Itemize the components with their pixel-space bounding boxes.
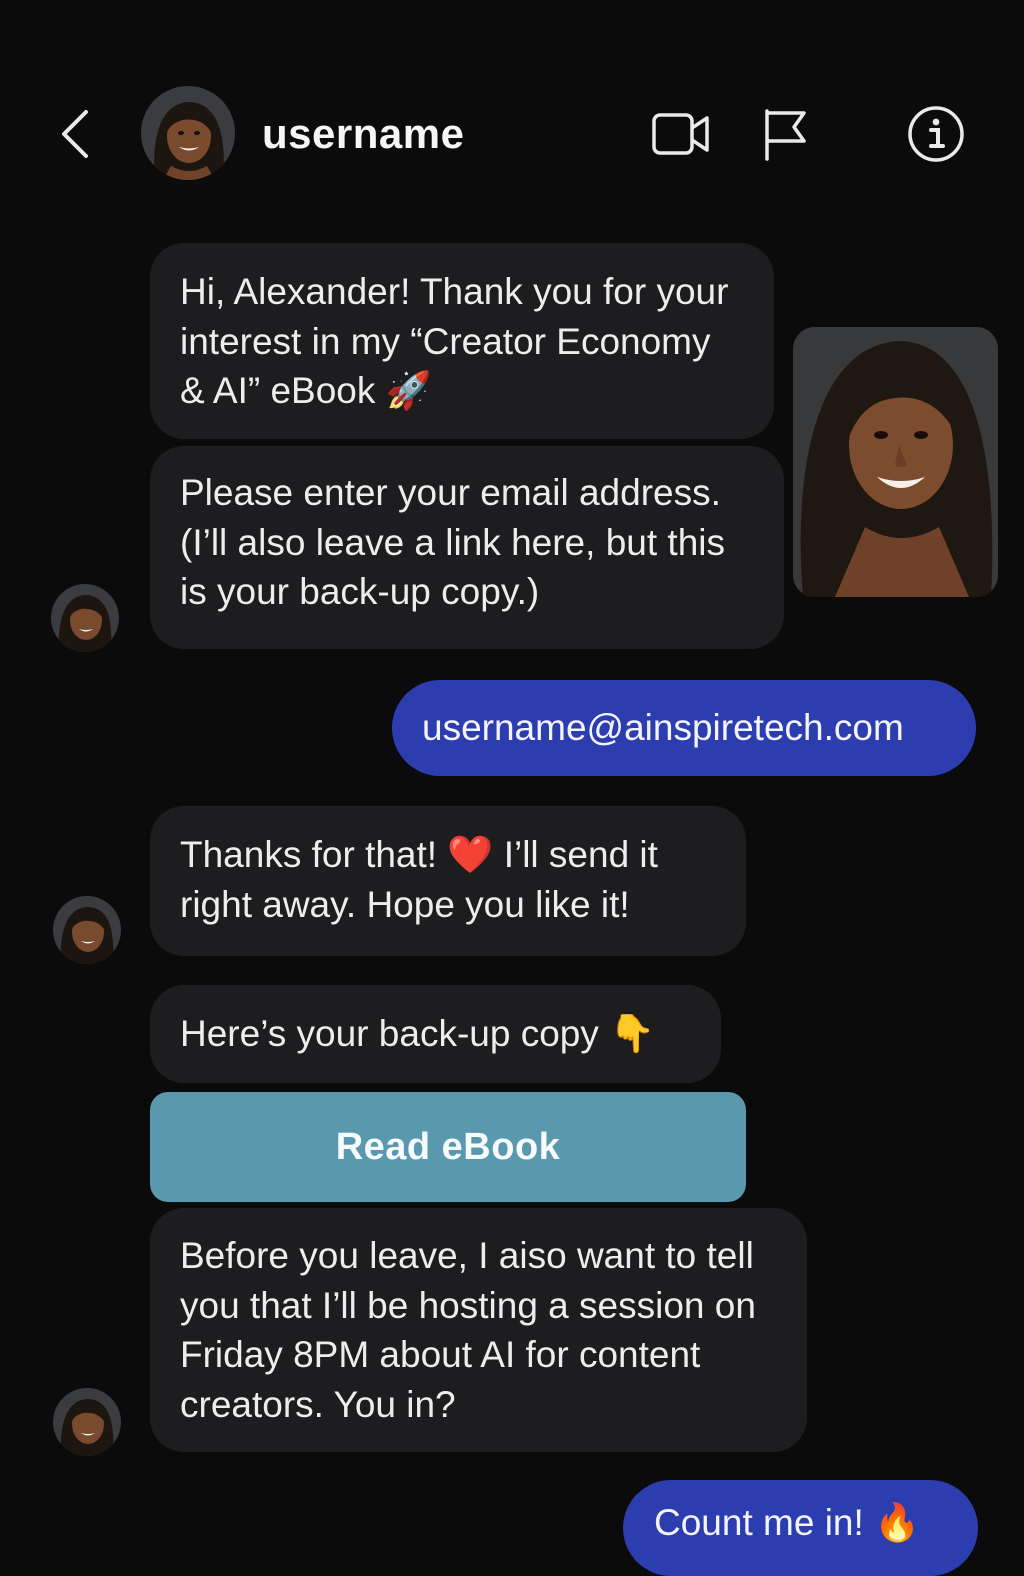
read-ebook-button[interactable]: Read eBook [150, 1092, 746, 1202]
report-button[interactable] [760, 106, 810, 162]
info-icon [908, 106, 964, 162]
sender-avatar[interactable] [51, 584, 119, 652]
sender-avatar[interactable] [53, 1388, 121, 1456]
sent-message-email: username@ainspiretech.com [392, 680, 976, 776]
chevron-left-icon [62, 110, 88, 158]
sender-avatar[interactable] [53, 896, 121, 964]
message-bubble-email-request: Please enter your email address. (I’ll a… [150, 446, 784, 649]
message-bubble-thanks: Thanks for that! ❤️ I’ll send it right a… [150, 806, 746, 956]
message-bubble-greeting: Hi, Alexander! Thank you for your intere… [150, 243, 774, 439]
chat-username[interactable]: username [262, 108, 464, 160]
header-avatar[interactable] [141, 86, 235, 180]
info-button[interactable] [906, 104, 966, 164]
profile-photo[interactable] [793, 327, 998, 597]
video-call-button[interactable] [650, 108, 712, 160]
sent-message-reply: Count me in! 🔥 [623, 1480, 978, 1576]
message-bubble-session-invite: Before you leave, I aiso want to tell yo… [150, 1208, 807, 1452]
video-camera-icon [652, 113, 709, 155]
message-bubble-backup: Here’s your back-up copy 👇 [150, 985, 721, 1083]
back-button[interactable] [58, 104, 98, 164]
flag-icon [765, 109, 806, 161]
